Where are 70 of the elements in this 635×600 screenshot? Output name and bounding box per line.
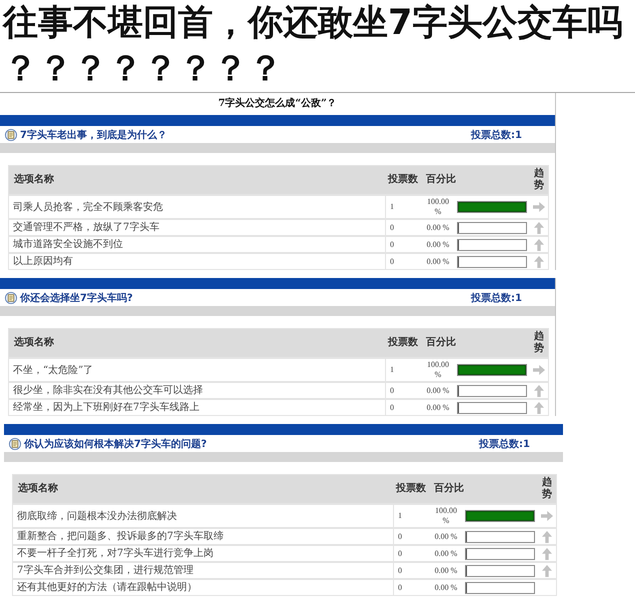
option-text: 经常坐，因为上下班刚好在7字头车线路上 — [13, 401, 200, 414]
percent-text: 0.00 % — [426, 222, 450, 234]
vote-count-text: 0 — [389, 256, 394, 266]
percent-text: 0.00 % — [426, 402, 450, 414]
percent-text: 0.00 % — [434, 530, 458, 542]
up-arrow-icon — [534, 256, 544, 268]
column-header: 选项名称 — [13, 337, 54, 349]
option-text: 很少坐，除非实在没有其他公交车可以选择 — [13, 384, 203, 397]
up-arrow-icon — [534, 402, 544, 414]
percent-text: 0.00 % — [434, 548, 458, 560]
vote-count-text: 1 — [389, 202, 394, 212]
right-arrow-icon — [541, 511, 553, 521]
option-text: 司乘人员抢客，完全不顾乘客安危 — [13, 200, 163, 214]
notepad-icon — [9, 438, 21, 450]
column-header: 投票数 — [394, 483, 426, 495]
column-header: 投票数 — [386, 174, 418, 186]
right-arrow-icon — [533, 202, 545, 212]
option-text: 彻底取缔，问题根本没办法彻底解决 — [17, 510, 177, 522]
vote-count-text: 0 — [389, 386, 394, 396]
option-text: 7字头车合并到公交集团，进行规范管理 — [17, 564, 194, 577]
column-header: 投票数 — [386, 337, 418, 349]
column-header: 趋势 — [534, 168, 544, 192]
up-arrow-icon — [534, 222, 544, 234]
column-header: 选项名称 — [17, 483, 58, 495]
vote-count-text: 1 — [397, 511, 402, 521]
vote-count-text: 0 — [397, 566, 402, 576]
up-arrow-icon — [542, 530, 552, 542]
notepad-icon — [5, 128, 17, 140]
column-header: 百分比 — [425, 337, 456, 349]
vote-count-text: 0 — [389, 402, 394, 412]
question-text: 你认为应该如何根本解决7字头车的问题? — [24, 437, 208, 450]
vote-count-text: 0 — [389, 222, 394, 232]
option-text: 以上原因均有 — [13, 255, 73, 268]
column-header: 百分比 — [425, 174, 456, 186]
vote-count-text: 0 — [397, 582, 402, 592]
vote-count-text: 0 — [397, 532, 402, 542]
headline-text: ？？？？？？？？ — [3, 48, 283, 91]
right-arrow-icon — [533, 365, 545, 375]
up-arrow-icon — [534, 384, 544, 396]
percent-text: 100.00 % — [434, 505, 458, 527]
option-text: 不要一杆子全打死，对7字头车进行竞争上岗 — [17, 547, 214, 560]
column-header: 百分比 — [433, 483, 464, 495]
percent-text: 100.00 % — [426, 359, 450, 381]
percent-text: 0.00 % — [426, 238, 450, 250]
vote-total-text: 投票总数:1 — [471, 128, 523, 142]
column-header: 趋势 — [534, 331, 544, 355]
vote-count-text: 0 — [389, 240, 394, 250]
question-text: 你还会选择坐7字头车吗? — [20, 291, 134, 304]
up-arrow-icon — [534, 238, 544, 250]
headline-text: 往事不堪回首，你还敢坐7字头公交车吗 — [3, 2, 622, 45]
up-arrow-icon — [542, 564, 552, 576]
percent-text: 0.00 % — [434, 564, 458, 576]
column-header: 选项名称 — [13, 174, 54, 186]
percent-text: 0.00 % — [426, 384, 450, 396]
question-text: 7字头车老出事，到底是为什么？ — [20, 128, 168, 142]
percent-text: 100.00 % — [426, 196, 450, 218]
vote-count-text: 1 — [389, 365, 394, 375]
option-text: 交通管理不严格，放纵了7字头车 — [13, 221, 160, 234]
column-header: 趋势 — [542, 477, 552, 501]
notepad-icon — [5, 292, 17, 304]
option-text: 重新整合，把问题多、投诉最多的7字头车取缔 — [17, 530, 224, 543]
vote-total-text: 投票总数:1 — [479, 438, 531, 450]
option-text: 不坐，“太危险”了 — [13, 364, 94, 376]
percent-text: 0.00 % — [426, 256, 450, 268]
vote-count-text: 0 — [397, 548, 402, 558]
option-text: 城市道路安全设施不到位 — [13, 238, 123, 251]
percent-text: 0.00 % — [434, 582, 458, 594]
up-arrow-icon — [542, 548, 552, 560]
vote-total-text: 投票总数:1 — [471, 292, 523, 304]
option-text: 还有其他更好的方法（请在跟帖中说明） — [17, 581, 197, 594]
